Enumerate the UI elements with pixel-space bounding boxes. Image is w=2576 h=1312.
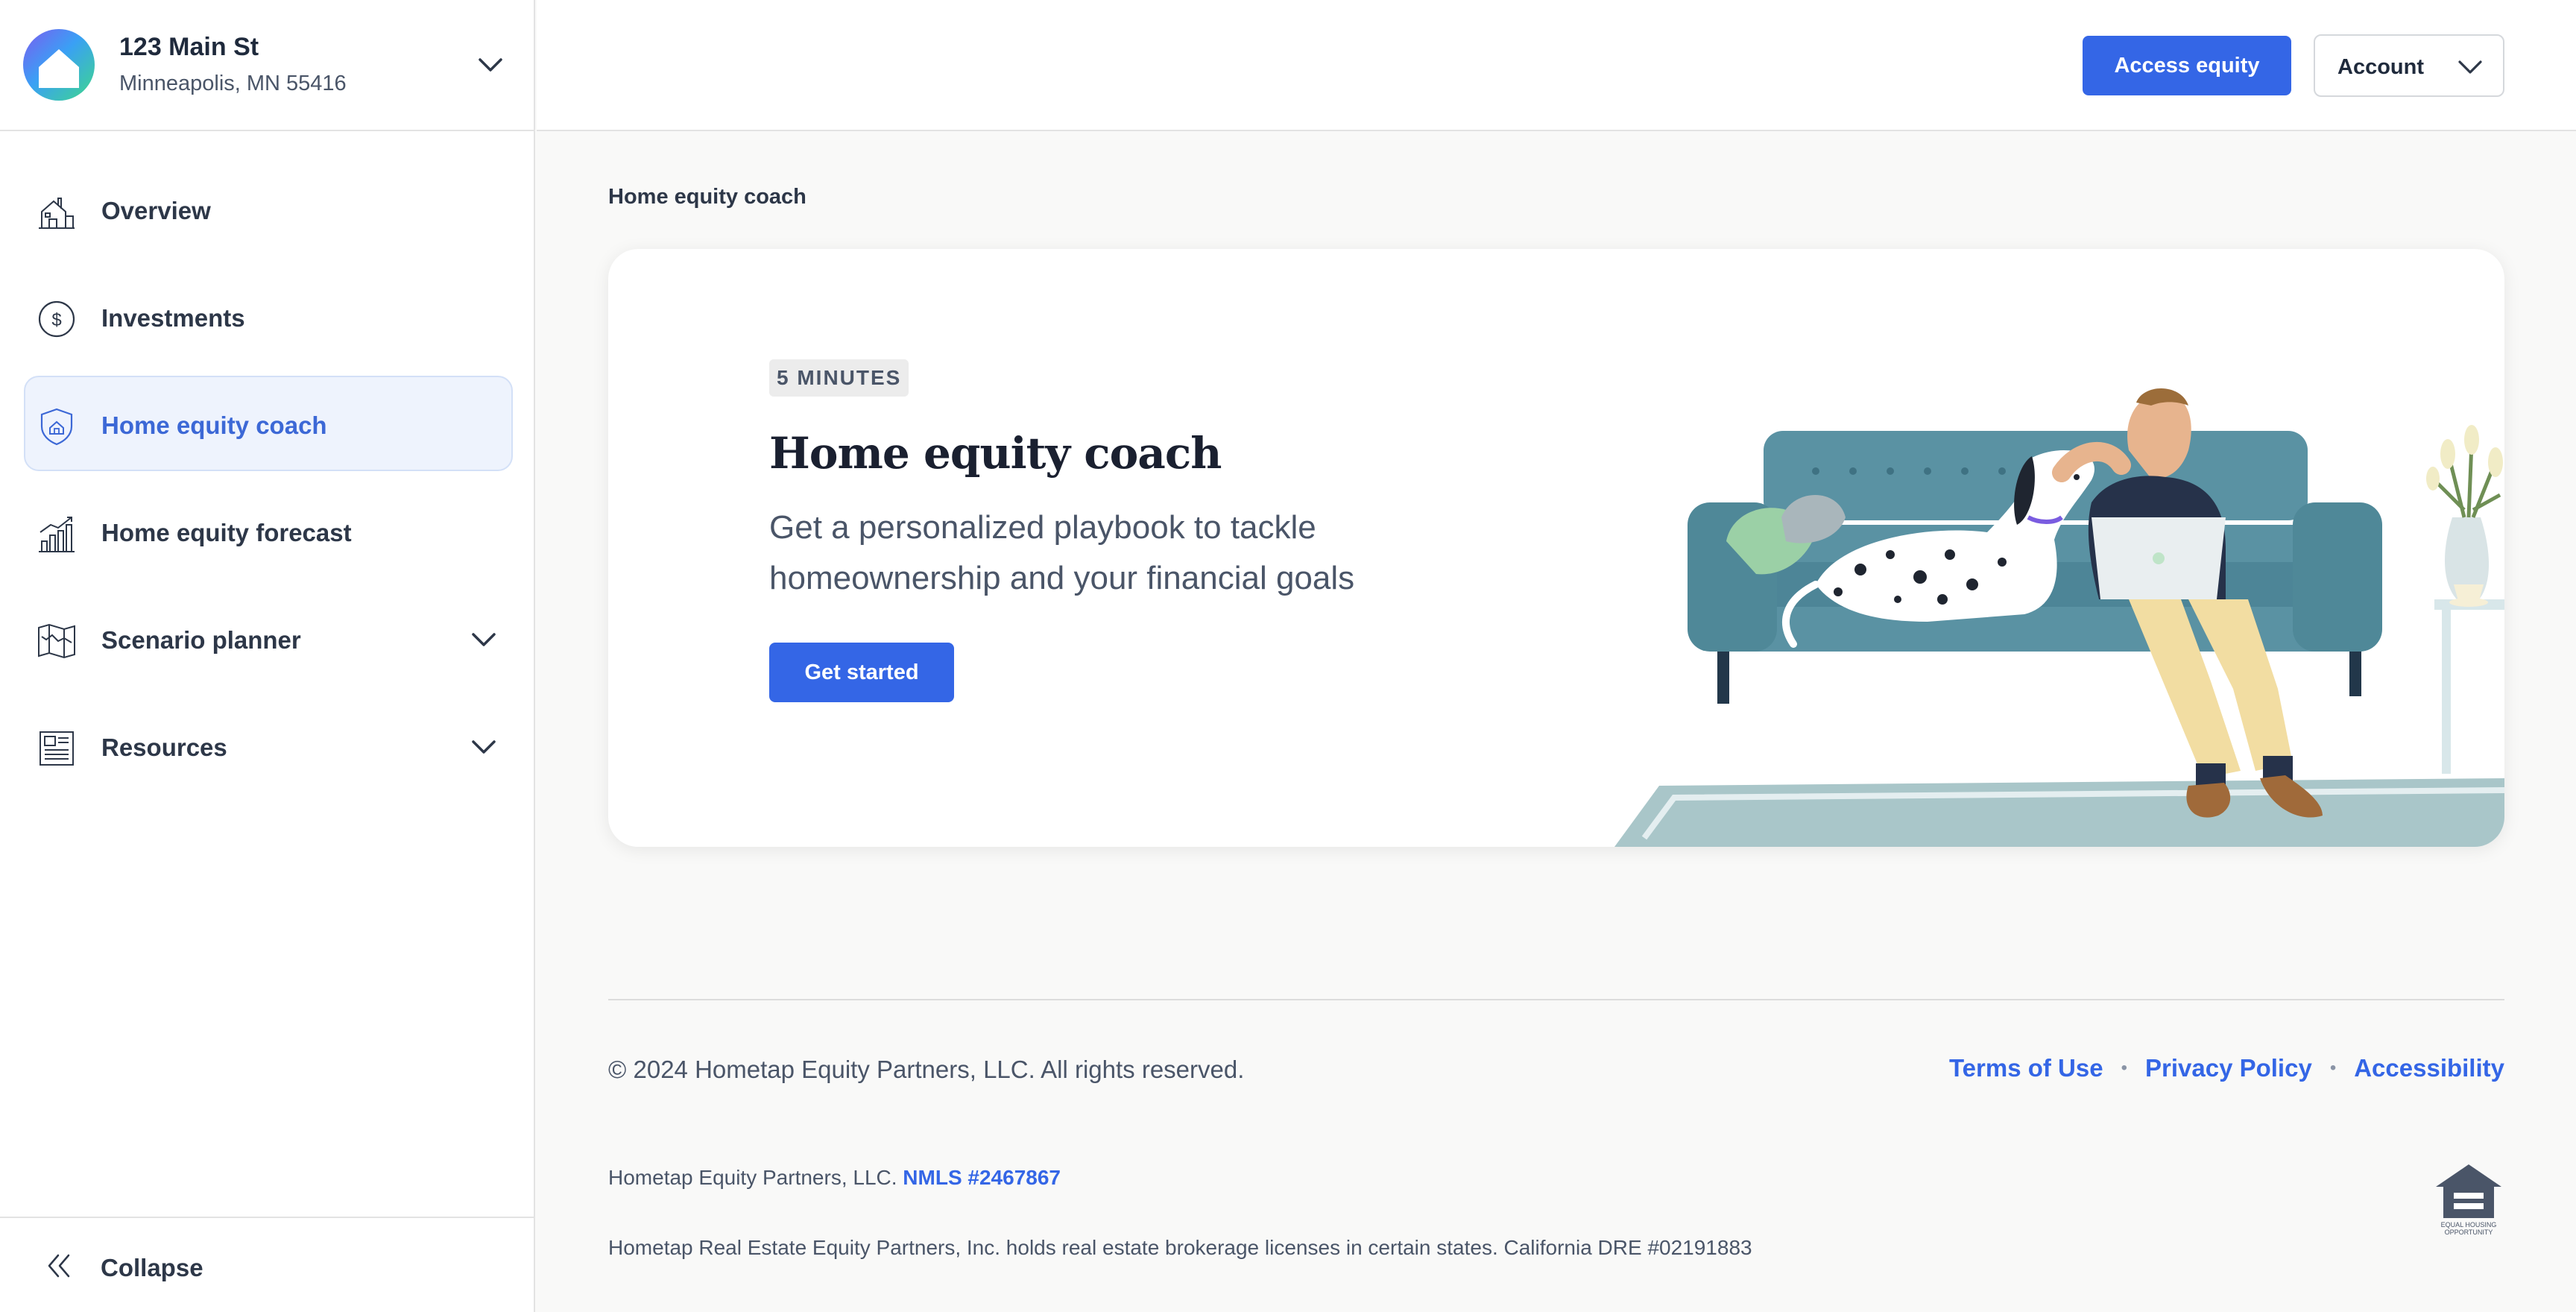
- newspaper-icon: [40, 731, 74, 766]
- privacy-policy-link[interactable]: Privacy Policy: [2145, 1054, 2312, 1082]
- map-icon: [38, 623, 75, 659]
- footer-links: Terms of Use • Privacy Policy • Accessib…: [1949, 1054, 2504, 1082]
- separator-dot: •: [2121, 1058, 2127, 1078]
- nmls-link[interactable]: NMLS #2467867: [903, 1166, 1061, 1189]
- bar-chart-icon: [39, 517, 75, 552]
- page-title: Home equity coach: [608, 185, 806, 209]
- sidebar-nav: Overview $ Investments Home equity coach: [24, 161, 513, 805]
- sidebar-item-label: Scenario planner: [101, 626, 301, 654]
- separator-dot: •: [2329, 1058, 2337, 1078]
- card-description: Get a personalized playbook to tackle ho…: [769, 509, 1355, 596]
- chevron-down-icon[interactable]: [470, 628, 498, 652]
- dollar-circle-icon: $: [38, 300, 75, 338]
- double-chevron-left-icon: [48, 1254, 70, 1278]
- sidebar-item-home-equity-coach[interactable]: Home equity coach: [24, 376, 513, 471]
- property-address: 123 Main St: [119, 33, 259, 61]
- hometap-logo: [23, 29, 95, 101]
- chevron-down-icon: [2458, 60, 2482, 74]
- get-started-button[interactable]: Get started: [769, 643, 954, 702]
- sidebar-item-overview[interactable]: Overview: [24, 161, 513, 256]
- sidebar-item-label: Home equity forecast: [101, 519, 352, 546]
- sidebar-item-scenario-planner[interactable]: Scenario planner: [24, 590, 513, 686]
- collapse-label: Collapse: [101, 1254, 203, 1281]
- duration-badge: 5 MINUTES: [769, 359, 909, 397]
- account-label: Account: [2337, 55, 2424, 79]
- property-selector[interactable]: 123 Main St Minneapolis, MN 55416: [0, 0, 534, 131]
- sidebar-item-label: Resources: [101, 734, 227, 761]
- equal-housing-icon: EQUAL HOUSING OPPORTUNITY: [2436, 1164, 2501, 1236]
- access-equity-button[interactable]: Access equity: [2083, 36, 2291, 95]
- svg-text:OPPORTUNITY: OPPORTUNITY: [2445, 1229, 2493, 1236]
- sidebar: 123 Main St Minneapolis, MN 55416 Overvi…: [0, 0, 535, 1312]
- account-dropdown[interactable]: Account: [2314, 34, 2504, 97]
- accessibility-link[interactable]: Accessibility: [2354, 1054, 2504, 1082]
- svg-text:EQUAL HOUSING: EQUAL HOUSING: [2441, 1221, 2497, 1229]
- terms-of-use-link[interactable]: Terms of Use: [1949, 1054, 2103, 1082]
- chevron-down-icon[interactable]: [470, 735, 498, 759]
- nmls-prefix: Hometap Equity Partners, LLC.: [608, 1166, 897, 1189]
- house-icon: [39, 198, 75, 229]
- sidebar-item-home-equity-forecast[interactable]: Home equity forecast: [24, 483, 513, 578]
- chevron-down-icon[interactable]: [476, 52, 505, 78]
- card-title: Home equity coach: [769, 428, 1222, 479]
- sidebar-item-investments[interactable]: $ Investments: [24, 268, 513, 364]
- coach-card: 5 MINUTES Home equity coach Get a person…: [608, 249, 2504, 847]
- footer-divider: [608, 999, 2504, 1000]
- nmls-line: Hometap Equity Partners, LLC. NMLS #2467…: [608, 1166, 1061, 1190]
- top-bar: Access equity Account: [537, 0, 2576, 131]
- sidebar-item-label: Overview: [101, 197, 211, 224]
- property-city: Minneapolis, MN 55416: [119, 72, 347, 95]
- collapse-button[interactable]: Collapse: [0, 1217, 534, 1312]
- copyright-text: © 2024 Hometap Equity Partners, LLC. All…: [608, 1056, 1245, 1083]
- couch-dog-illustration: [1614, 388, 2504, 847]
- sidebar-item-label: Home equity coach: [101, 411, 327, 439]
- shield-home-icon: [40, 408, 73, 446]
- dre-license-text: Hometap Real Estate Equity Partners, Inc…: [608, 1236, 1752, 1259]
- sidebar-item-resources[interactable]: Resources: [24, 698, 513, 793]
- sidebar-item-label: Investments: [101, 304, 245, 332]
- svg-text:$: $: [51, 310, 61, 330]
